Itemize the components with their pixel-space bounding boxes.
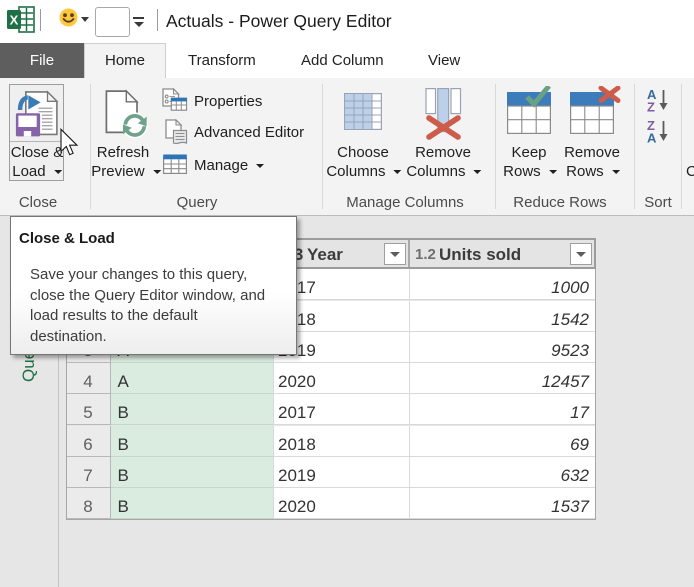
svg-text:Z: Z <box>647 100 655 114</box>
svg-text:A: A <box>647 131 657 145</box>
svg-text:X: X <box>10 13 19 28</box>
